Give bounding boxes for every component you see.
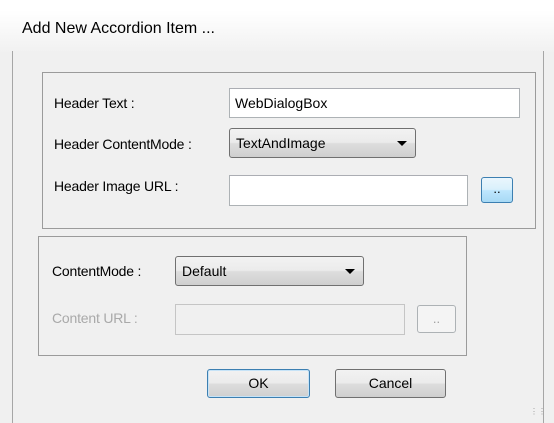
- header-content-mode-select[interactable]: TextAndImage: [229, 128, 416, 158]
- header-text-input[interactable]: WebDialogBox: [229, 88, 520, 118]
- add-accordion-item-dialog: Add New Accordion Item ... Header Text :…: [0, 0, 554, 423]
- header-image-url-input[interactable]: [229, 175, 468, 206]
- header-content-mode-label: Header ContentMode :: [54, 136, 192, 152]
- window-title: Add New Accordion Item ...: [22, 20, 215, 37]
- header-image-url-label: Header Image URL :: [54, 178, 179, 194]
- header-content-mode-value: TextAndImage: [236, 135, 326, 151]
- header-image-browse-button[interactable]: ..: [481, 177, 513, 203]
- content-url-label: Content URL :: [52, 310, 138, 326]
- content-mode-value: Default: [182, 263, 227, 279]
- header-text-label: Header Text :: [54, 95, 135, 111]
- resize-grip-icon[interactable]: ⋮⋮: [530, 408, 546, 420]
- content-settings-group: [38, 236, 467, 356]
- content-url-input[interactable]: [175, 304, 405, 335]
- cancel-button[interactable]: Cancel: [335, 369, 446, 398]
- content-mode-select[interactable]: Default: [175, 256, 364, 286]
- ok-button[interactable]: OK: [207, 369, 310, 398]
- content-url-browse-button[interactable]: ..: [417, 305, 456, 333]
- title-bar[interactable]: Add New Accordion Item ...: [0, 0, 554, 52]
- chevron-down-icon: [345, 269, 355, 274]
- content-mode-label: ContentMode :: [52, 263, 142, 279]
- chevron-down-icon: [397, 141, 407, 146]
